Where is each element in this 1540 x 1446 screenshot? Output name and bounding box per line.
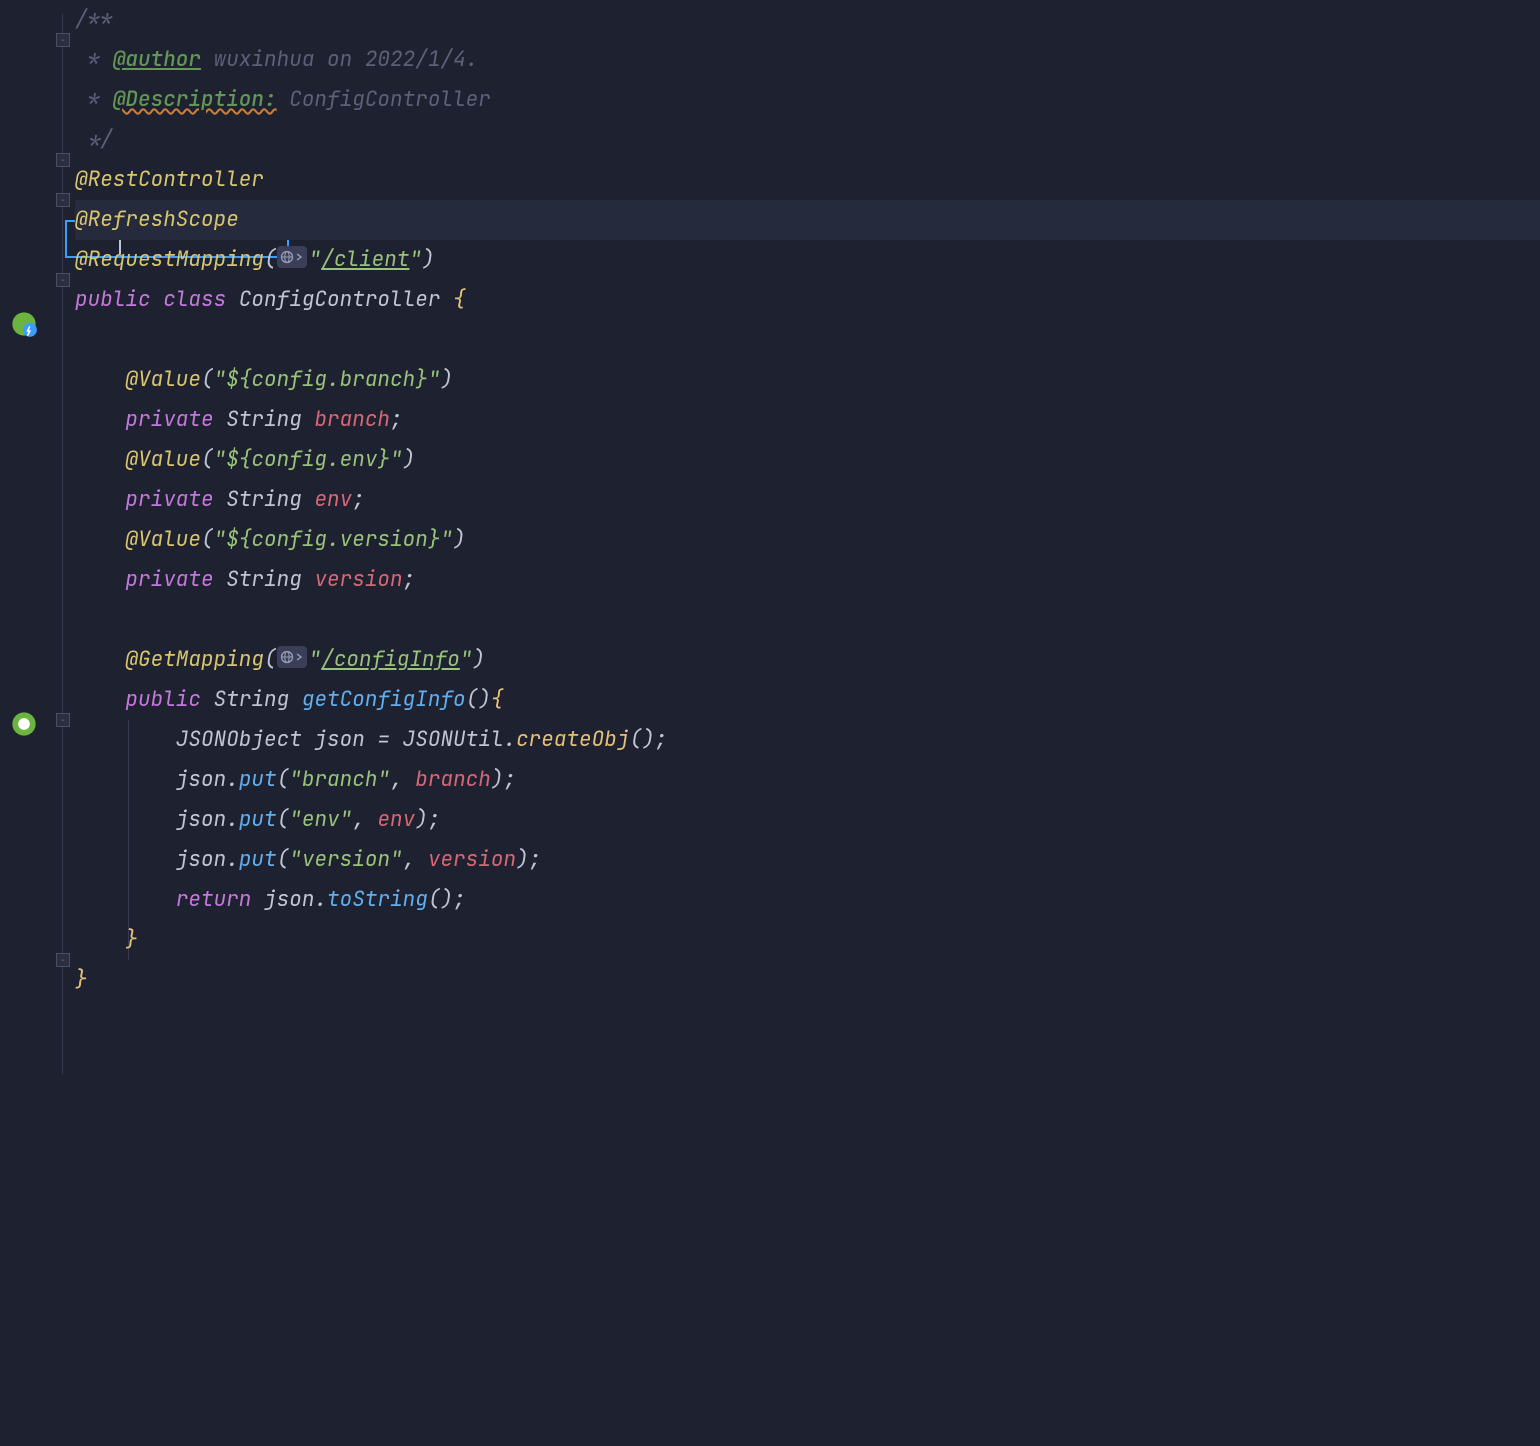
code-line[interactable]: public String getConfigInfo(){ xyxy=(75,680,1540,720)
keyword: return xyxy=(176,886,252,913)
annotation: @GetMapping xyxy=(125,646,264,673)
code-line[interactable]: @Value("${config.branch}") xyxy=(75,360,1540,400)
string-literal: " xyxy=(309,246,322,273)
code-area[interactable]: . /** * @author wuxinhua on 2022/1/4. * … xyxy=(75,0,1540,1446)
url-path[interactable]: /configInfo xyxy=(321,646,460,673)
code-line[interactable]: * @author wuxinhua on 2022/1/4. xyxy=(75,40,1540,80)
code-line[interactable]: @Value("${config.version}") xyxy=(75,520,1540,560)
field-name: version xyxy=(314,566,402,593)
code-line[interactable]: * @Description: ConfigController xyxy=(75,80,1540,120)
code-line[interactable]: json.put("env", env); xyxy=(75,800,1540,840)
field-ref: version xyxy=(428,846,516,873)
editor-gutter: − − − − − − xyxy=(0,0,75,1446)
fold-marker-icon[interactable]: − xyxy=(56,193,70,207)
code-line[interactable]: @RefreshScope xyxy=(75,200,1540,240)
code-line[interactable] xyxy=(75,320,1540,360)
annotation: @Value xyxy=(125,366,201,393)
punctuation: } xyxy=(75,966,88,993)
comment-text: * xyxy=(75,46,113,73)
url-path[interactable]: /client xyxy=(321,246,409,273)
fold-marker-icon[interactable]: − xyxy=(56,33,70,47)
method-call: put xyxy=(239,846,277,873)
code-line[interactable]: @Value("${config.env}") xyxy=(75,440,1540,480)
keyword: private xyxy=(125,566,213,593)
annotation: @Value xyxy=(125,526,201,553)
string-literal: "branch" xyxy=(289,766,390,793)
code-line[interactable]: return json.toString(); xyxy=(75,880,1540,920)
keyword: private xyxy=(125,406,213,433)
code-line[interactable]: @RestController xyxy=(75,160,1540,200)
string-literal: " xyxy=(409,246,422,273)
string-literal: "${config.branch}" xyxy=(214,366,441,393)
code-line[interactable] xyxy=(75,600,1540,640)
method-call: toString xyxy=(327,886,428,913)
code-line[interactable]: @GetMapping("/configInfo") xyxy=(75,640,1540,680)
javadoc-tag: @Description: xyxy=(113,86,277,113)
type-name: String xyxy=(226,566,302,593)
code-line[interactable]: public class ConfigController { xyxy=(75,280,1540,320)
code-line[interactable]: } xyxy=(75,920,1540,960)
field-name: env xyxy=(314,486,352,513)
comment-text: wuxinhua on 2022/1/4. xyxy=(201,46,478,73)
fold-marker-icon[interactable]: − xyxy=(56,713,70,727)
fold-end-marker-icon[interactable]: − xyxy=(56,953,70,967)
punctuation: } xyxy=(125,926,138,953)
string-literal: "${config.version}" xyxy=(214,526,453,553)
type-name: String xyxy=(214,686,290,713)
keyword: public xyxy=(75,286,151,313)
string-literal: "env" xyxy=(289,806,352,833)
code-line[interactable]: @RequestMapping( "/client") xyxy=(75,240,1540,280)
code-line[interactable]: JSONObject json = JSONUtil.createObj(); xyxy=(75,720,1540,760)
code-line[interactable]: json.put("version", version); xyxy=(75,840,1540,880)
spring-bean-icon[interactable] xyxy=(10,310,38,338)
code-line[interactable]: */ xyxy=(75,120,1540,160)
type-name: JSONUtil xyxy=(403,726,504,753)
field-name: branch xyxy=(314,406,390,433)
annotation: @Value xyxy=(125,446,201,473)
variable-name: json xyxy=(314,726,364,753)
code-editor[interactable]: − − − − − − . /** * @author wuxinhua on xyxy=(0,0,1540,1446)
annotation: @RestController xyxy=(75,166,264,193)
comment-text: * xyxy=(75,86,113,113)
keyword: public xyxy=(125,686,201,713)
comment-text: /** xyxy=(75,6,113,33)
method-name: getConfigInfo xyxy=(302,686,466,713)
code-line[interactable]: private String version; xyxy=(75,560,1540,600)
method-call: createObj xyxy=(516,726,629,753)
annotation: @RequestMapping xyxy=(75,246,264,273)
keyword: private xyxy=(125,486,213,513)
type-name: JSONObject xyxy=(176,726,302,753)
field-ref: branch xyxy=(415,766,491,793)
method-call: put xyxy=(239,806,277,833)
spring-bean-icon[interactable] xyxy=(10,710,38,738)
comment-text: */ xyxy=(75,126,113,153)
punctuation: ) xyxy=(422,246,435,273)
type-name: String xyxy=(226,486,302,513)
annotation: @RefreshScope xyxy=(75,206,239,233)
comment-text: ConfigController xyxy=(277,86,491,113)
field-ref: env xyxy=(377,806,415,833)
keyword: class xyxy=(163,286,226,313)
url-inlay-icon[interactable] xyxy=(277,646,307,668)
string-literal: "${config.env}" xyxy=(214,446,403,473)
code-line[interactable]: json.put("branch", branch); xyxy=(75,760,1540,800)
code-line[interactable]: private String branch; xyxy=(75,400,1540,440)
code-line[interactable]: } xyxy=(75,960,1540,1000)
punctuation: ( xyxy=(264,246,277,273)
punctuation: { xyxy=(453,286,466,313)
code-line[interactable]: private String env; xyxy=(75,480,1540,520)
type-name: String xyxy=(226,406,302,433)
method-call: put xyxy=(239,766,277,793)
class-name: ConfigController xyxy=(239,286,441,313)
code-line[interactable]: /** xyxy=(75,0,1540,40)
javadoc-tag: @author xyxy=(113,46,201,73)
fold-end-marker-icon[interactable]: − xyxy=(56,153,70,167)
fold-marker-icon[interactable]: − xyxy=(56,273,70,287)
url-inlay-icon[interactable] xyxy=(277,246,307,268)
string-literal: "version" xyxy=(289,846,402,873)
